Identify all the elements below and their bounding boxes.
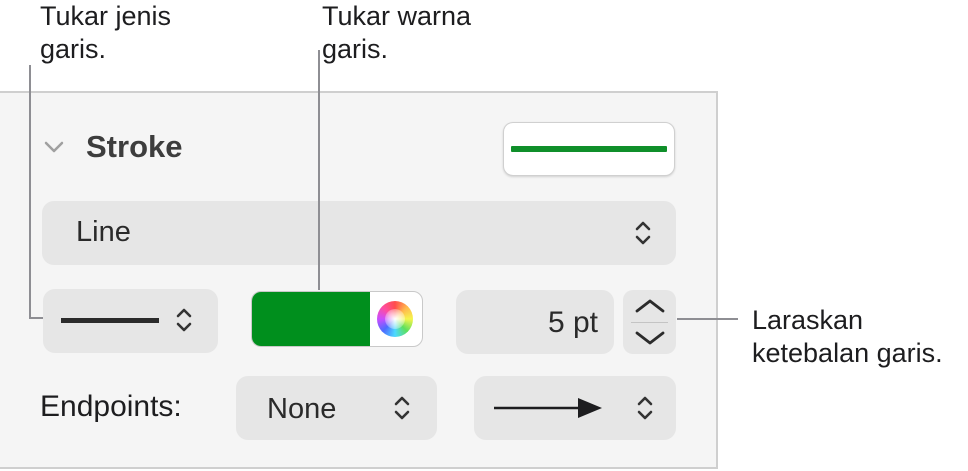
color-wheel-icon[interactable] — [377, 301, 413, 337]
stroke-preview-line — [511, 146, 667, 152]
leader-line-type-vertical — [29, 65, 31, 319]
stroke-color-well[interactable] — [251, 291, 423, 347]
stroke-color-swatch[interactable] — [252, 292, 370, 346]
callout-line-type: Tukar jenis garis. — [40, 1, 172, 64]
leader-thickness — [677, 318, 738, 320]
callout-thickness: Laraskan ketebalan garis. — [752, 305, 943, 368]
stepper-down-icon[interactable] — [634, 330, 666, 346]
callout-line-color: Tukar warna garis. — [322, 1, 472, 64]
stroke-width-stepper[interactable] — [623, 290, 676, 354]
solid-line-swatch — [61, 318, 159, 323]
up-down-chevron-icon — [394, 396, 410, 420]
up-down-chevron-icon — [176, 308, 192, 332]
leader-line-type-horizontal — [29, 317, 43, 319]
stroke-section-title: Stroke — [86, 129, 183, 164]
up-down-chevron-icon — [635, 221, 651, 245]
stroke-style-value: Line — [76, 216, 131, 248]
stroke-inspector-panel: Stroke Line 5 pt Endpoints: None — [0, 91, 718, 469]
stroke-preview-well[interactable] — [503, 122, 675, 176]
up-down-chevron-icon — [637, 396, 653, 420]
end-endpoint-popup[interactable] — [474, 376, 676, 440]
endpoints-label: Endpoints: — [40, 390, 182, 423]
stepper-up-icon[interactable] — [634, 298, 666, 314]
chevron-down-icon[interactable] — [44, 141, 64, 155]
stroke-width-value: 5 pt — [547, 306, 598, 339]
leader-line-color — [318, 50, 320, 290]
start-endpoint-popup[interactable]: None — [236, 376, 437, 440]
line-type-popup[interactable] — [43, 289, 218, 353]
stroke-style-popup[interactable]: Line — [42, 201, 676, 265]
start-endpoint-value: None — [267, 393, 337, 425]
stroke-width-field[interactable]: 5 pt — [456, 290, 614, 354]
arrow-right-icon — [494, 398, 602, 418]
